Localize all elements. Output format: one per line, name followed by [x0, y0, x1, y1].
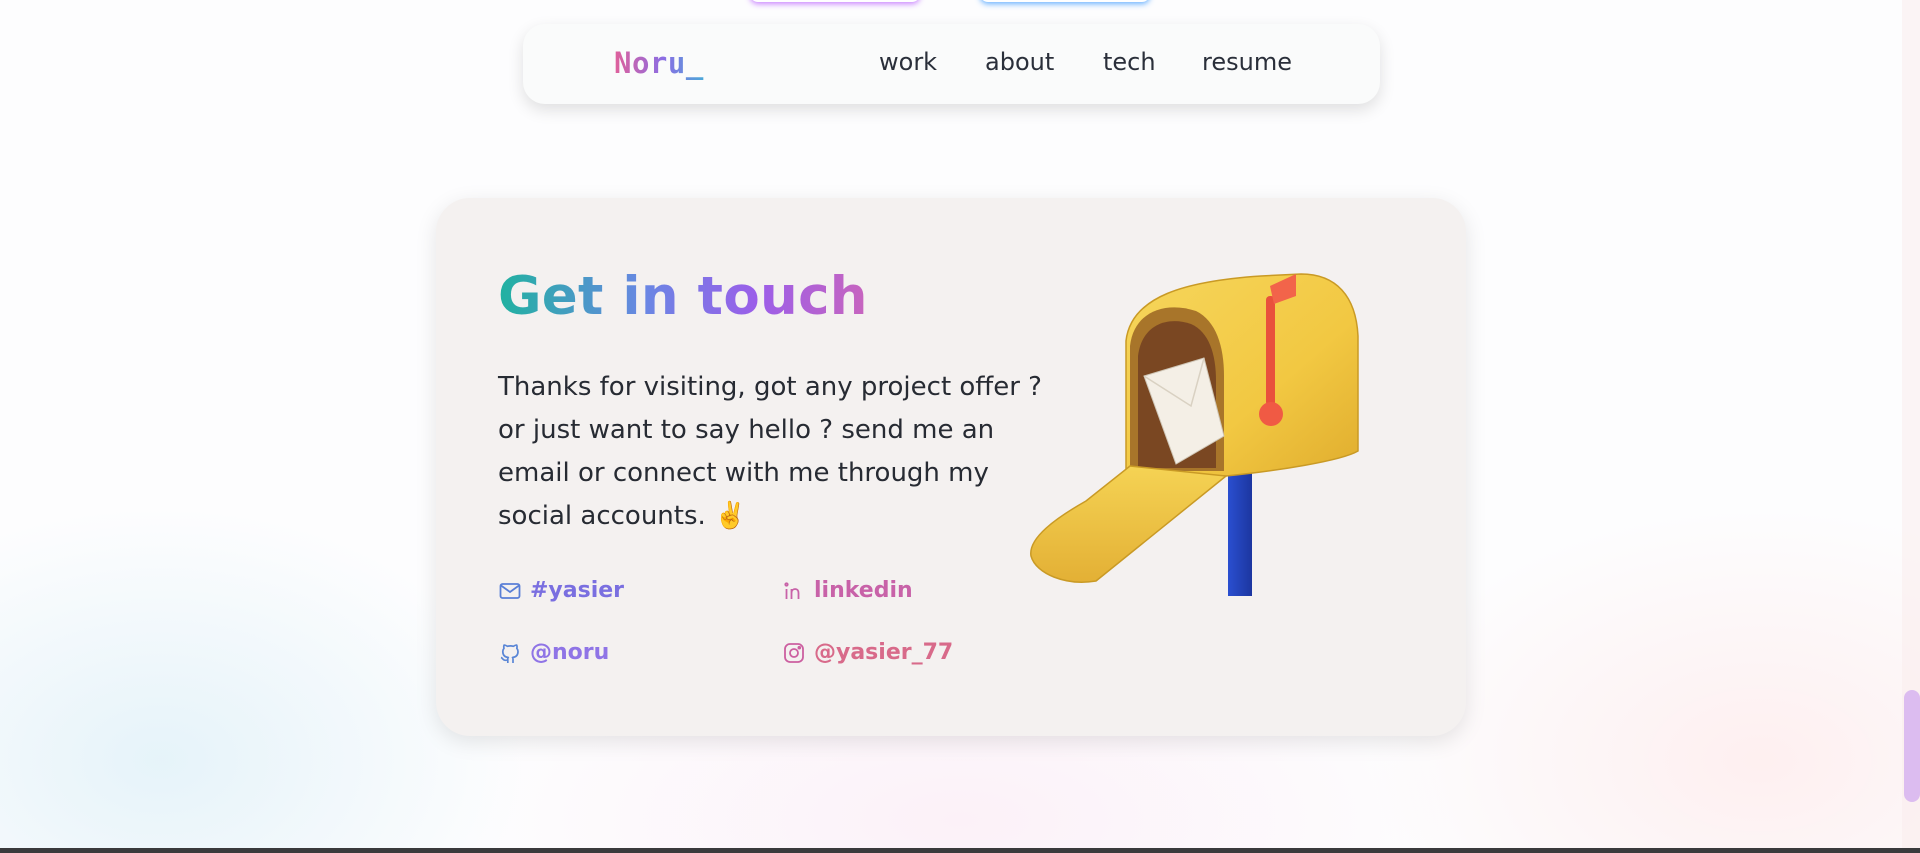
mailbox-post [1228, 471, 1252, 596]
bottom-bar [0, 848, 1920, 853]
contact-description: Thanks for visiting, got any project off… [498, 372, 1042, 531]
nav-link-resume[interactable]: resume [1202, 48, 1292, 76]
linkedin-link[interactable]: linkedin [782, 578, 913, 603]
github-label: @noru [530, 640, 610, 665]
github-link[interactable]: @noru [498, 640, 609, 665]
contact-card: Get in touch Thanks for visiting, got an… [436, 198, 1466, 736]
contact-heading: Get in touch [498, 266, 868, 327]
nav-link-tech[interactable]: tech [1103, 48, 1156, 76]
scrollbar-thumb[interactable] [1904, 690, 1920, 802]
mail-icon [499, 582, 521, 599]
nav-link-about[interactable]: about [985, 48, 1054, 76]
mailbox-illustration [1030, 273, 1359, 596]
nav-link-work[interactable]: work [879, 48, 937, 76]
site-logo[interactable]: Noru_ [614, 46, 704, 80]
email-label: #yasier [530, 578, 625, 603]
instagram-icon [784, 642, 804, 663]
navbar: Noru_ work about tech resume [523, 24, 1380, 104]
instagram-label: @yasier_77 [814, 640, 954, 665]
linkedin-icon [784, 581, 800, 599]
mailbox-door [1030, 465, 1228, 583]
instagram-link[interactable]: @yasier_77 [782, 640, 953, 665]
mailbox-flag [1266, 296, 1275, 406]
email-link[interactable]: #yasier [498, 578, 624, 603]
linkedin-label: linkedin [814, 578, 913, 603]
github-icon [500, 643, 519, 663]
top-decor-pill [980, 0, 1150, 2]
top-decor-pill [750, 0, 920, 2]
